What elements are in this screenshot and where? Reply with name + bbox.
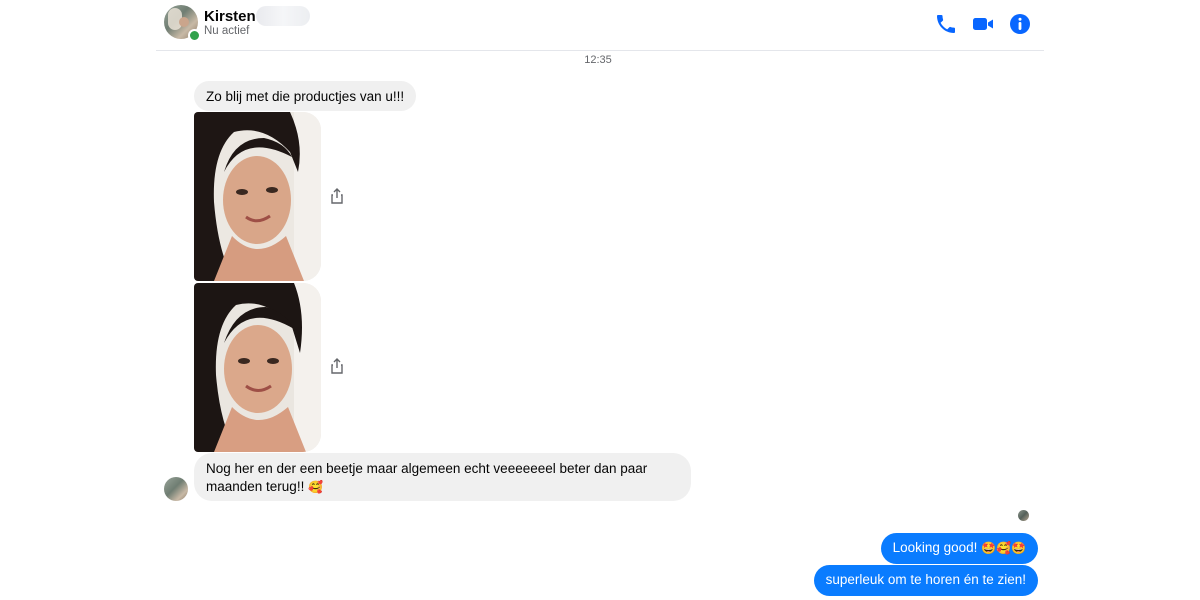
message-text: Nog her en der een beetje maar algemeen … xyxy=(206,461,648,494)
chat-header: Kirsten Nu actief xyxy=(156,0,1044,51)
outgoing-message[interactable]: superleuk om te horen én te zien! xyxy=(813,565,1038,596)
share-icon[interactable] xyxy=(330,188,344,204)
online-status-dot xyxy=(188,29,201,42)
seen-indicator-avatar xyxy=(1018,510,1029,521)
contact-name[interactable]: Kirsten xyxy=(204,8,256,25)
redacted-surname xyxy=(256,6,310,26)
message-text: superleuk om te horen én te zien! xyxy=(825,572,1026,587)
message-timestamp: 12:35 xyxy=(584,54,612,66)
incoming-message[interactable]: Nog her en der een beetje maar algemeen … xyxy=(194,453,691,501)
message-text: Zo blij met die productjes van u!!! xyxy=(206,89,405,104)
video-camera-icon[interactable] xyxy=(971,12,995,36)
outgoing-message[interactable]: Looking good! 🤩🥰🤩 xyxy=(880,533,1038,564)
photo-attachment[interactable] xyxy=(194,112,321,281)
contact-status: Nu actief xyxy=(204,25,250,37)
photo-attachment[interactable] xyxy=(194,283,321,452)
message-text: Looking good! xyxy=(892,540,978,555)
selfie-photo-image xyxy=(194,112,321,281)
smiling-face-with-hearts-emoji: 🥰 xyxy=(308,480,324,494)
contact-avatar-small[interactable] xyxy=(164,477,188,501)
share-icon[interactable] xyxy=(330,358,344,374)
info-icon[interactable] xyxy=(1008,12,1032,36)
star-struck-emoji-group: 🤩🥰🤩 xyxy=(981,541,1026,555)
incoming-message[interactable]: Zo blij met die productjes van u!!! xyxy=(194,81,417,111)
phone-icon[interactable] xyxy=(934,12,958,36)
selfie-photo-image xyxy=(194,283,321,452)
